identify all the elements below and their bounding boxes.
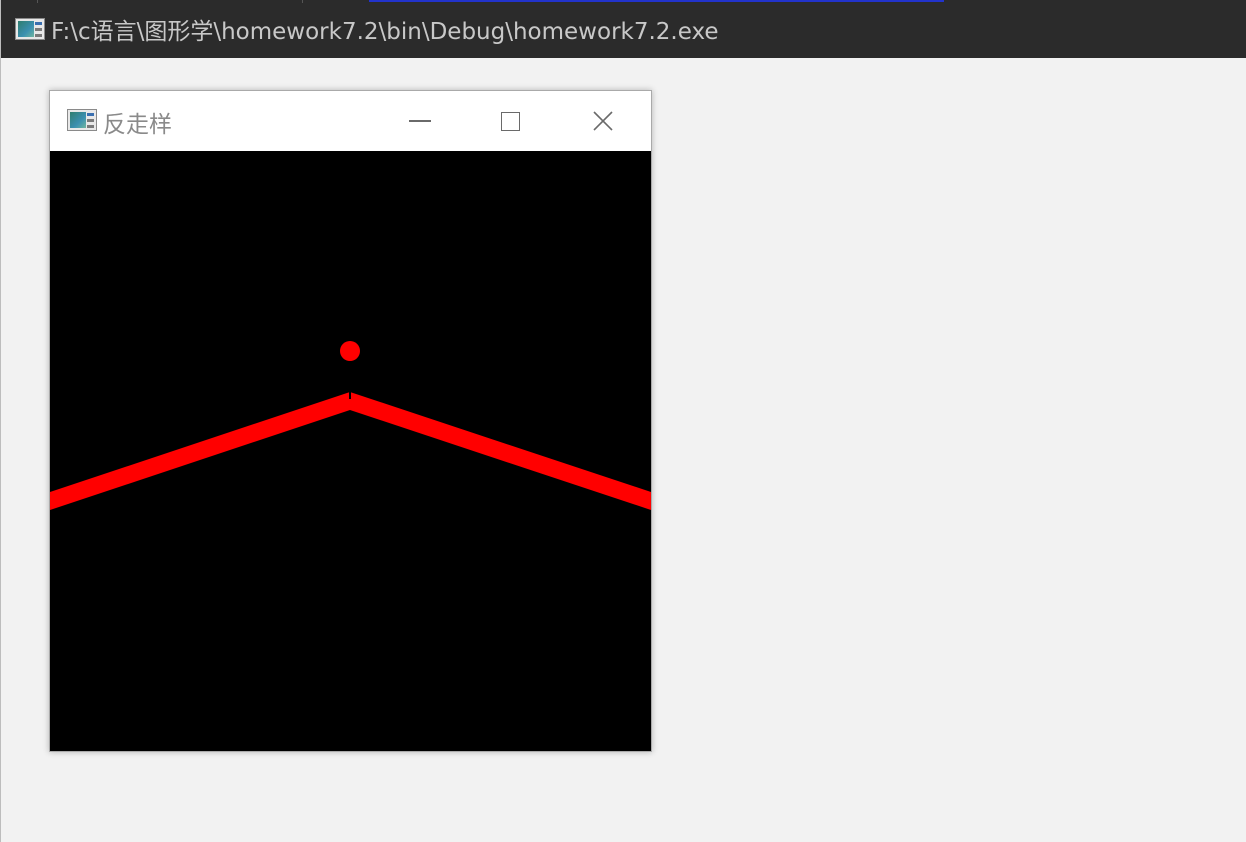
canvas-drawing [50,341,651,510]
graphics-window-titlebar[interactable]: 反走样 [50,91,651,151]
red-dot [340,341,360,361]
app-window-icon [67,109,97,131]
console-title: F:\c语言\图形学\homework7.2\bin\Debug\homewor… [51,19,719,45]
line-joint-gap [349,391,351,399]
maximize-icon [500,111,520,131]
app-window-icon [15,18,45,40]
close-icon [593,111,613,131]
active-tab-indicator [369,0,944,2]
maximize-button[interactable] [464,91,556,151]
console-window: F:\c语言\图形学\homework7.2\bin\Debug\homewor… [0,0,1246,842]
graphics-window: 反走样 [49,90,652,752]
right-thick-line [350,392,651,510]
minimize-icon [409,120,431,122]
taskbar-strip [1,0,1246,3]
minimize-button[interactable] [374,91,466,151]
console-titlebar[interactable]: F:\c语言\图形学\homework7.2\bin\Debug\homewor… [1,0,1246,58]
left-thick-line [50,392,350,510]
graphics-window-title: 反走样 [103,112,172,138]
close-button[interactable] [557,91,649,151]
drawing-canvas[interactable] [50,151,651,751]
